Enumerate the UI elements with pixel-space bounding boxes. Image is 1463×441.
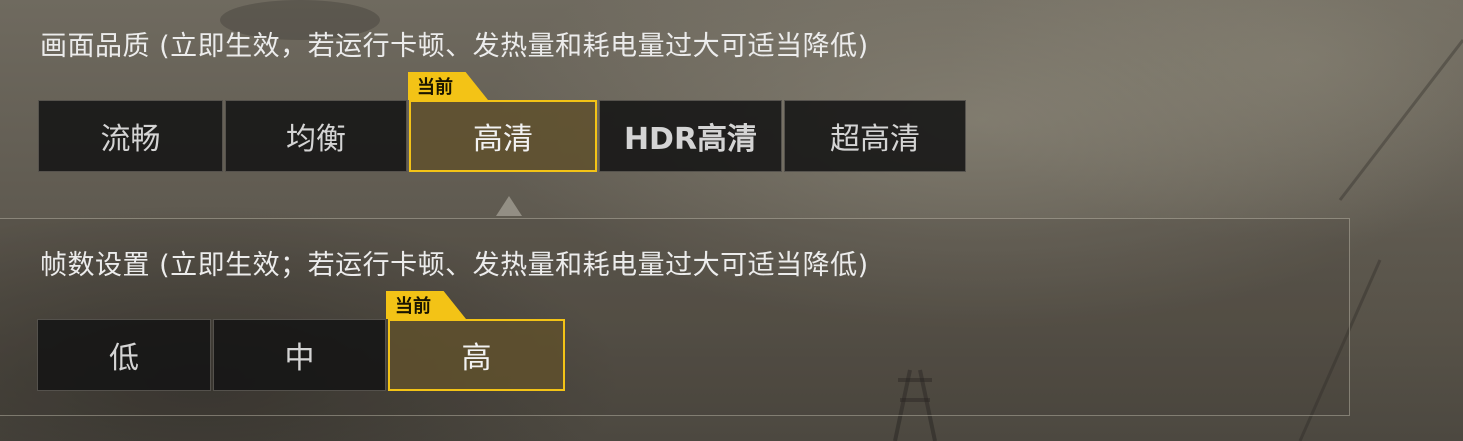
frame-rate-title: 帧数设置 (立即生效；若运行卡顿、发热量和耗电量过大可适当降低) <box>40 250 869 281</box>
quality-option-hdr-hd[interactable]: HDR高清 <box>599 100 782 172</box>
frame-rate-options: 低 中 高 <box>37 319 567 391</box>
graphics-quality-options: 流畅 均衡 高清 HDR高清 超高清 <box>38 100 968 172</box>
quality-option-smooth[interactable]: 流畅 <box>38 100 223 172</box>
fps-option-medium[interactable]: 中 <box>213 319 386 391</box>
quality-option-hd[interactable]: 高清 <box>409 100 597 172</box>
quality-option-balanced[interactable]: 均衡 <box>225 100 407 172</box>
fps-option-high[interactable]: 高 <box>388 319 565 391</box>
panel-pointer-caret-icon <box>496 196 522 216</box>
fps-option-low[interactable]: 低 <box>37 319 211 391</box>
quality-option-ultra-hd[interactable]: 超高清 <box>784 100 966 172</box>
graphics-quality-title: 画面品质 (立即生效，若运行卡顿、发热量和耗电量过大可适当降低) <box>40 31 869 62</box>
quality-current-tag: 当前 <box>408 72 488 100</box>
